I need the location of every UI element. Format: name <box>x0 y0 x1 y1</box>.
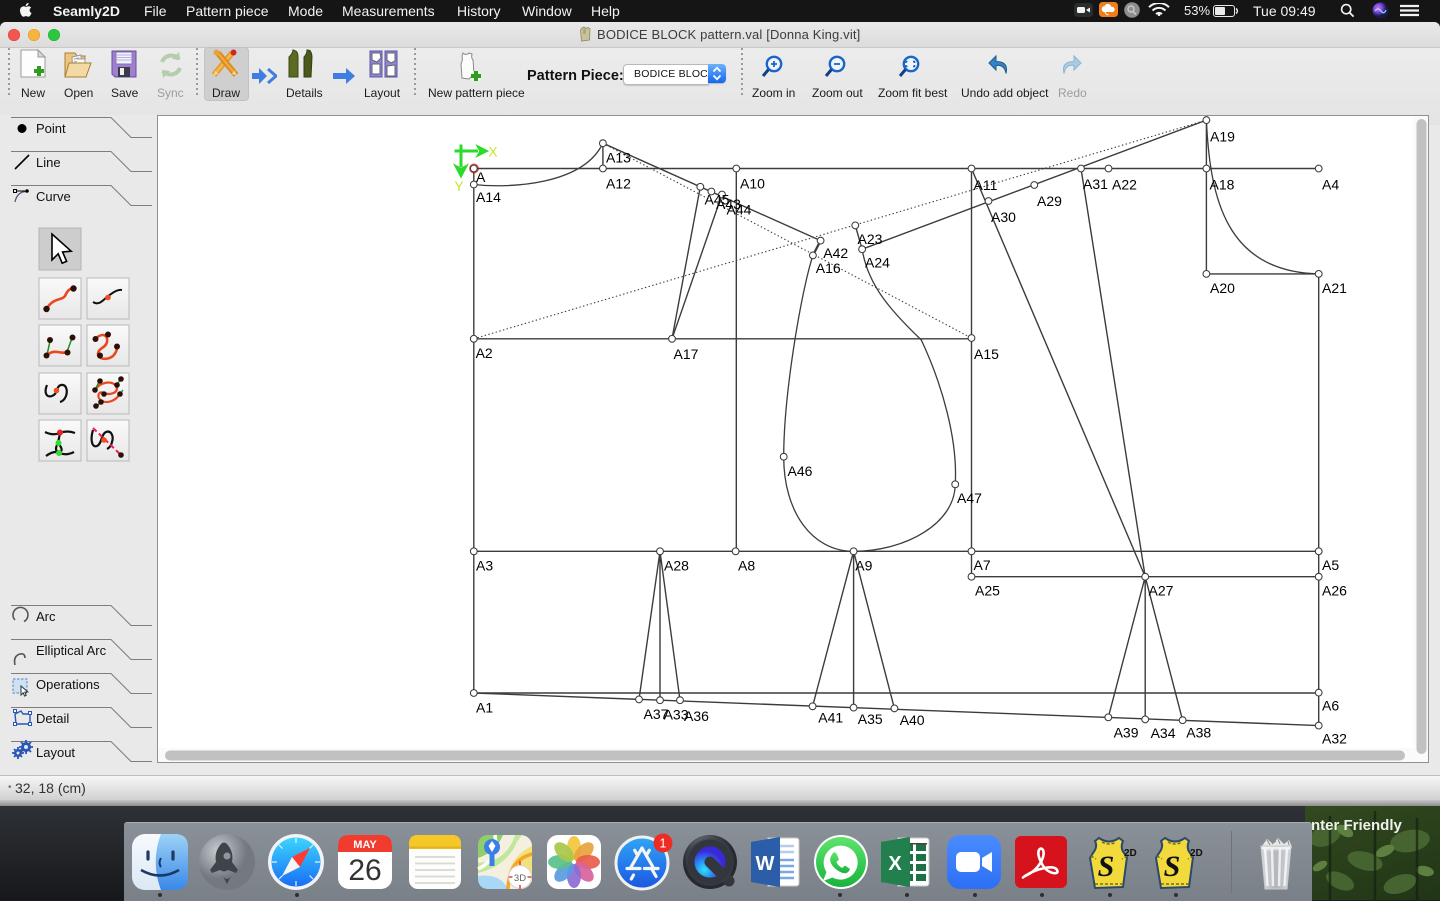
svg-text:A46: A46 <box>788 463 813 479</box>
svg-text:A10: A10 <box>740 176 765 192</box>
svg-text:2D: 2D <box>1190 848 1203 859</box>
svg-text:A42: A42 <box>823 245 848 261</box>
svg-text:A41: A41 <box>818 710 843 726</box>
svg-text:A27: A27 <box>1149 583 1174 599</box>
svg-text:A8: A8 <box>738 558 755 574</box>
svg-text:A34: A34 <box>1151 725 1176 741</box>
svg-text:A21: A21 <box>1322 280 1347 296</box>
svg-text:A31: A31 <box>1083 176 1108 192</box>
svg-text:Y: Y <box>455 179 464 194</box>
svg-text:X: X <box>888 853 902 875</box>
svg-text:A29: A29 <box>1037 193 1062 209</box>
svg-text:A2: A2 <box>476 345 493 361</box>
svg-text:Arc: Arc <box>36 609 56 624</box>
svg-text:A35: A35 <box>858 711 883 727</box>
svg-text:A28: A28 <box>664 558 689 574</box>
svg-text:A38: A38 <box>1186 724 1211 740</box>
svg-text:A40: A40 <box>900 712 925 728</box>
svg-text:W: W <box>756 853 775 875</box>
svg-text:A4: A4 <box>1322 177 1339 193</box>
svg-text:A11: A11 <box>974 177 998 193</box>
svg-text:A20: A20 <box>1210 280 1235 296</box>
svg-text:Detail: Detail <box>36 711 69 726</box>
svg-text:A23: A23 <box>858 231 883 247</box>
svg-text:A16: A16 <box>816 260 841 276</box>
svg-text:A25: A25 <box>975 583 1000 599</box>
svg-text:MAY: MAY <box>353 839 377 851</box>
svg-text:S: S <box>1098 850 1115 883</box>
svg-text:A19: A19 <box>1210 129 1235 145</box>
svg-text:A32: A32 <box>1322 731 1347 747</box>
svg-text:Line: Line <box>36 155 61 170</box>
svg-text:A9: A9 <box>855 558 872 574</box>
svg-text:A36: A36 <box>684 708 709 724</box>
svg-text:A26: A26 <box>1322 583 1347 599</box>
svg-text:A22: A22 <box>1112 177 1137 193</box>
svg-text:A6: A6 <box>1322 698 1339 714</box>
svg-text:A14: A14 <box>476 189 501 205</box>
svg-text:X: X <box>489 145 498 160</box>
svg-text:2D: 2D <box>1124 848 1137 859</box>
svg-text:A13: A13 <box>606 150 631 166</box>
svg-text:Layout: Layout <box>36 745 75 760</box>
svg-text:A17: A17 <box>674 346 699 362</box>
svg-text:Point: Point <box>36 121 66 136</box>
svg-text:A44: A44 <box>727 202 752 218</box>
svg-text:A30: A30 <box>991 209 1016 225</box>
svg-text:S: S <box>1164 850 1181 883</box>
svg-text:A18: A18 <box>1210 177 1235 193</box>
svg-text:A12: A12 <box>606 176 631 192</box>
svg-text:A1: A1 <box>476 700 493 716</box>
svg-text:Curve: Curve <box>36 189 71 204</box>
svg-text:Operations: Operations <box>36 677 100 692</box>
svg-text:3D: 3D <box>514 873 526 884</box>
svg-text:A: A <box>476 169 486 185</box>
svg-text:1: 1 <box>660 837 667 851</box>
svg-text:nter Friendly: nter Friendly <box>1311 817 1403 834</box>
svg-text:A24: A24 <box>865 255 890 271</box>
svg-text:A47: A47 <box>957 490 982 506</box>
svg-text:A15: A15 <box>974 346 999 362</box>
svg-text:A7: A7 <box>974 557 991 573</box>
svg-text:26: 26 <box>348 854 381 887</box>
svg-text:A3: A3 <box>476 558 493 574</box>
svg-text:Elliptical Arc: Elliptical Arc <box>36 643 107 658</box>
svg-text:A39: A39 <box>1114 724 1139 740</box>
svg-text:A5: A5 <box>1322 557 1339 573</box>
